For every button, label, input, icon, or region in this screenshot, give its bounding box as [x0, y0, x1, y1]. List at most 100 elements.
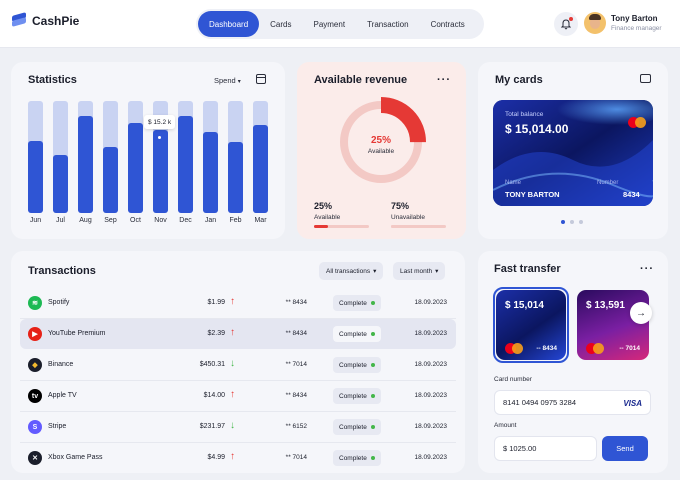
bar-feb[interactable] — [228, 101, 243, 213]
transfer-card-2[interactable]: $ 13,591 -- 7014 — [577, 290, 649, 360]
send-button[interactable]: Send — [602, 436, 648, 461]
transfer-card-amount: $ 15,014 — [505, 300, 544, 311]
bar-fill — [228, 142, 243, 213]
logo[interactable]: CashPie — [12, 12, 80, 28]
xbox-icon: ✕ — [28, 451, 42, 465]
table-row[interactable]: ✕ Xbox Game Pass $4.99 ↑ ** 7014 Complet… — [20, 443, 456, 473]
arrow-up-icon: ↑ — [230, 389, 235, 400]
transaction-card: ** 7014 — [285, 361, 307, 368]
binance-icon: ◆ — [28, 358, 42, 372]
amount-field[interactable]: $ 1025.00 — [494, 436, 597, 461]
my-cards-card: My cards Total balance $ 15,014.00 Name … — [478, 62, 668, 239]
table-row[interactable]: ◆ Binance $450.31 ↓ ** 7014 Complete 18.… — [20, 350, 456, 380]
bar-jun[interactable] — [28, 101, 43, 213]
pager-dot[interactable] — [579, 220, 583, 224]
transaction-date: 18.09.2023 — [414, 330, 447, 337]
total-balance-label: Total balance — [505, 111, 544, 118]
youtube-icon: ▶ — [28, 327, 42, 341]
chevron-down-icon: ▾ — [435, 268, 439, 275]
bar-label-jul: Jul — [56, 217, 65, 224]
transactions-title: Transactions — [28, 265, 96, 277]
more-options-icon[interactable]: ··· — [437, 75, 451, 86]
top-bar: CashPie Dashboard Cards Payment Transact… — [0, 0, 680, 48]
transaction-type-filter[interactable]: All transactions ▾ — [319, 262, 384, 280]
unavailable-stat: 75% Unavailable — [391, 201, 425, 221]
pager-dot[interactable] — [561, 220, 565, 224]
status-badge: Complete — [333, 450, 381, 466]
chevron-down-icon: ▾ — [237, 79, 241, 85]
mastercard-icon — [586, 343, 604, 354]
notification-button[interactable] — [554, 12, 578, 36]
transaction-amount: $1.99 — [207, 299, 225, 306]
mastercard-icon — [628, 117, 646, 128]
avatar[interactable] — [584, 12, 606, 34]
available-percent: 25% — [314, 201, 333, 211]
bar-marker — [156, 134, 163, 141]
transaction-card: ** 7014 — [285, 454, 307, 461]
table-row[interactable]: S Stripe $231.97 ↓ ** 6152 Complete 18.0… — [20, 412, 456, 442]
bar-jan[interactable] — [203, 101, 218, 213]
available-label: Available — [314, 214, 341, 221]
bar-label-jan: Jan — [204, 217, 217, 224]
bar-fill — [253, 125, 268, 213]
bar-oct[interactable] — [128, 101, 143, 213]
table-row[interactable]: ≋ Spotify $1.99 ↑ ** 8434 Complete 18.09… — [20, 288, 456, 318]
card-number-field[interactable]: 8141 0494 0975 3284 VISA — [494, 390, 651, 415]
bar-label-dec: Dec — [179, 217, 192, 224]
arrow-up-icon: ↑ — [230, 296, 235, 307]
bar-label-feb: Feb — [229, 217, 242, 224]
bar-label-sep: Sep — [104, 217, 117, 224]
nav-transaction[interactable]: Transaction — [356, 11, 420, 37]
transaction-name: Xbox Game Pass — [48, 454, 103, 461]
transaction-card: ** 6152 — [285, 423, 307, 430]
pager-dot[interactable] — [570, 220, 574, 224]
transfer-card-1[interactable]: $ 15,014 -- 8434 — [496, 290, 566, 360]
unavailable-progress — [391, 225, 446, 228]
bar-mar[interactable] — [253, 101, 268, 213]
nav-cards[interactable]: Cards — [259, 11, 302, 37]
transaction-amount: $4.99 — [207, 454, 225, 461]
revenue-card: Available revenue ··· 25% Available 25% … — [297, 62, 466, 239]
total-balance: $ 15,014.00 — [505, 122, 569, 136]
status-badge: Complete — [333, 357, 381, 373]
bank-card[interactable]: Total balance $ 15,014.00 Name TONY BART… — [493, 100, 653, 206]
card-name-label: Name — [505, 180, 522, 186]
nav-payment[interactable]: Payment — [302, 11, 356, 37]
bar-aug[interactable] — [78, 101, 93, 213]
table-row[interactable]: ▶ YouTube Premium $2.39 ↑ ** 8434 Comple… — [20, 319, 456, 349]
transfer-card-number: -- 7014 — [619, 345, 640, 352]
more-options-icon[interactable]: ··· — [640, 264, 654, 275]
statistics-card: Statistics Spend ▾ Jun Jul Aug Sep Oct Nov Dec J… — [11, 62, 285, 239]
app-name: CashPie — [32, 14, 80, 28]
bar-fill — [78, 116, 93, 213]
transaction-date: 18.09.2023 — [414, 361, 447, 368]
fast-transfer-card: Fast transfer ··· $ 15,014 -- 8434 $ 13,… — [478, 251, 668, 473]
nav-dashboard[interactable]: Dashboard — [198, 11, 260, 37]
period-filter[interactable]: Last month ▾ — [393, 262, 446, 280]
transaction-card: ** 8434 — [285, 330, 307, 337]
bar-label-aug: Aug — [79, 217, 92, 224]
next-card-button[interactable]: → — [630, 302, 652, 324]
transaction-name: YouTube Premium — [48, 330, 106, 337]
bar-fill — [128, 123, 143, 213]
bar-jul[interactable] — [53, 101, 68, 213]
bar-sep[interactable] — [103, 101, 118, 213]
arrow-down-icon: ↓ — [230, 420, 235, 431]
arrow-up-icon: ↑ — [230, 451, 235, 462]
status-badge: Complete — [333, 326, 381, 342]
donut-percent: 25% — [370, 135, 391, 146]
table-row[interactable]: tv Apple TV $14.00 ↑ ** 8434 Complete 18… — [20, 381, 456, 411]
fast-transfer-title: Fast transfer — [494, 263, 561, 275]
card-pager — [561, 220, 583, 224]
spend-dropdown[interactable]: Spend ▾ — [214, 76, 241, 85]
card-number: 8434 — [623, 190, 640, 199]
transactions-card: Transactions All transactions ▾ Last mont… — [11, 251, 465, 473]
add-card-icon[interactable] — [640, 74, 651, 83]
transaction-date: 18.09.2023 — [414, 299, 447, 306]
calendar-icon[interactable] — [256, 74, 266, 84]
card-number-label: Number — [597, 180, 619, 186]
bar-dec[interactable] — [178, 101, 193, 213]
notification-dot — [569, 17, 573, 21]
nav-contracts[interactable]: Contracts — [420, 11, 476, 37]
transaction-name: Spotify — [48, 299, 70, 306]
